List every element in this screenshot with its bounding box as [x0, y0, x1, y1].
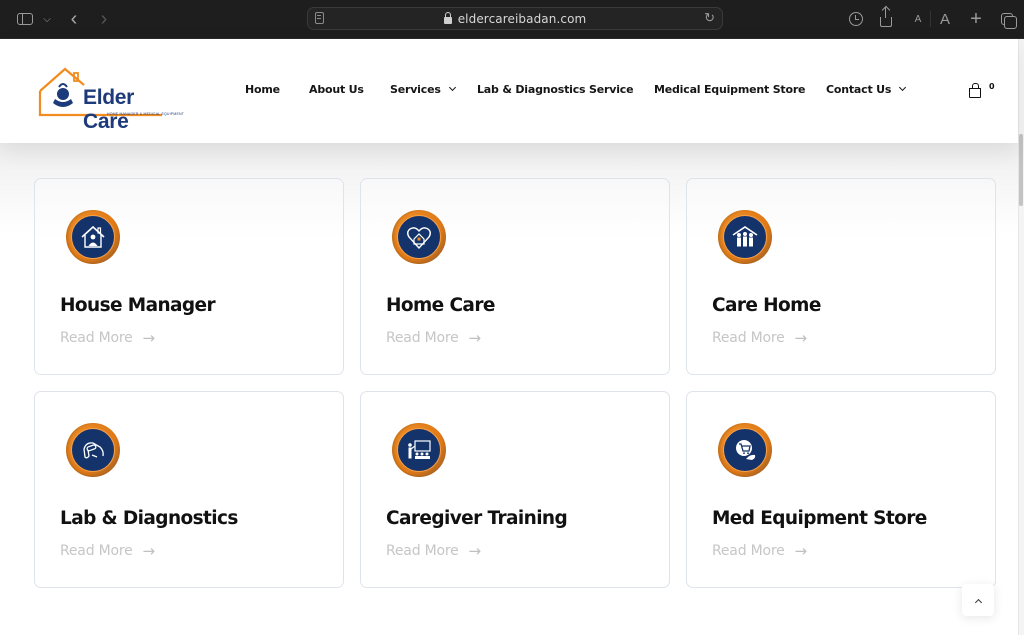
read-more-label: Read More [60, 543, 133, 559]
read-more-label: Read More [60, 330, 133, 346]
service-title: Caregiver Training [386, 508, 568, 529]
shopping-bag-icon [969, 83, 981, 98]
chevron-down-icon [899, 83, 907, 92]
logo-text: Elder Care [83, 86, 135, 133]
browser-toolbar: ⌵ ‹ › eldercareibadan.com ↻ A A + [0, 0, 1024, 39]
page-scrollbar[interactable] [1018, 39, 1024, 635]
site-header: Elder Care HOME MANAGER & MEDICAL EQUIPM… [0, 39, 1018, 143]
service-card-caregiver-training[interactable]: Caregiver Training Read More → [360, 391, 670, 588]
service-title: Care Home [712, 295, 821, 316]
share-button[interactable] [878, 0, 894, 38]
service-card-home-care[interactable]: Home Care Read More → [360, 178, 670, 375]
scrollbar-thumb[interactable] [1019, 134, 1023, 206]
read-more-link[interactable]: Read More → [386, 329, 481, 347]
read-more-label: Read More [386, 330, 459, 346]
chevron-down-icon [448, 83, 456, 92]
nav-medical-equipment-store[interactable]: Medical Equipment Store [654, 83, 806, 96]
arrow-right-icon: → [468, 329, 482, 347]
arrow-right-icon: → [468, 542, 482, 560]
scroll-to-top-button[interactable] [962, 584, 994, 616]
read-more-link[interactable]: Read More → [386, 542, 481, 560]
arrow-right-icon: → [142, 329, 156, 347]
service-icon-badge [718, 423, 772, 477]
read-more-link[interactable]: Read More → [60, 542, 155, 560]
service-icon-badge [66, 423, 120, 477]
service-title: House Manager [60, 295, 216, 316]
service-icon-badge [66, 210, 120, 264]
read-more-link[interactable]: Read More → [712, 329, 807, 347]
service-title: Med Equipment Store [712, 508, 927, 529]
arrow-right-icon: → [794, 542, 808, 560]
logo-tagline: HOME MANAGER & MEDICAL EQUIPMENT [107, 112, 185, 116]
cart-hand-icon [736, 440, 756, 460]
nav-label: Services [390, 83, 441, 96]
service-icon-badge [392, 210, 446, 264]
read-more-link[interactable]: Read More → [712, 542, 807, 560]
cart-count: 0 [989, 82, 995, 91]
new-tab-button[interactable]: + [967, 0, 985, 38]
plus-icon: + [970, 7, 982, 30]
toolbar-divider [930, 11, 931, 27]
service-card-care-home[interactable]: Care Home Read More → [686, 178, 996, 375]
service-title: Home Care [386, 295, 495, 316]
decrease-font-button[interactable]: A [911, 0, 925, 38]
service-card-lab-diagnostics[interactable]: Lab & Diagnostics Read More → [34, 391, 344, 588]
service-icon-badge [392, 423, 446, 477]
nav-label: Medical Equipment Store [654, 83, 806, 96]
arrow-right-icon: → [142, 542, 156, 560]
heart-house-icon [407, 227, 431, 250]
reader-icon[interactable] [315, 12, 324, 24]
chevron-right-icon: › [100, 7, 108, 30]
chevron-left-icon: ‹ [70, 7, 78, 30]
nav-contact-us[interactable]: Contact Us [826, 83, 907, 96]
tabs-overview-button[interactable] [998, 0, 1017, 38]
read-more-label: Read More [712, 543, 785, 559]
nav-label: Home [245, 83, 280, 96]
service-card-med-equipment-store[interactable]: Med Equipment Store Read More → [686, 391, 996, 588]
arrow-right-icon: → [794, 329, 808, 347]
increase-font-button[interactable]: A [937, 0, 953, 38]
chevron-up-icon [974, 598, 982, 606]
nav-label: Lab & Diagnostics Service [477, 83, 634, 96]
cart-button[interactable] [969, 83, 983, 98]
read-more-label: Read More [712, 330, 785, 346]
nav-lab-diagnostics[interactable]: Lab & Diagnostics Service [477, 83, 634, 96]
site-logo[interactable]: Elder Care HOME MANAGER & MEDICAL EQUIPM… [37, 67, 184, 133]
clock-icon [849, 12, 863, 26]
nav-label: About Us [309, 83, 364, 96]
chevron-down-icon[interactable]: ⌵ [40, 0, 54, 38]
house-person-icon [81, 225, 105, 248]
lock-icon [443, 12, 452, 24]
sidebar-toggle-button[interactable] [14, 0, 36, 38]
blood-test-icon [83, 442, 104, 459]
address-bar[interactable]: eldercareibadan.com ↻ [307, 7, 723, 30]
service-title: Lab & Diagnostics [60, 508, 238, 529]
services-section: House Manager Read More → Home Care Read … [0, 143, 1018, 635]
nav-services[interactable]: Services [390, 83, 456, 96]
forward-button[interactable]: › [94, 0, 114, 38]
reload-icon[interactable]: ↻ [704, 10, 715, 26]
nav-about-us[interactable]: About Us [309, 83, 364, 96]
service-card-house-manager[interactable]: House Manager Read More → [34, 178, 344, 375]
nav-home[interactable]: Home [245, 83, 280, 96]
read-more-label: Read More [386, 543, 459, 559]
back-button[interactable]: ‹ [64, 0, 84, 38]
share-icon [880, 7, 892, 27]
family-roof-icon [732, 226, 758, 247]
service-icon-badge [718, 210, 772, 264]
classroom-icon [408, 440, 431, 459]
nav-label: Contact Us [826, 83, 892, 96]
read-more-link[interactable]: Read More → [60, 329, 155, 347]
history-button[interactable] [847, 0, 865, 38]
url-text[interactable]: eldercareibadan.com [458, 12, 587, 26]
tabs-overview-icon [1001, 13, 1017, 29]
sidebar-toggle-icon [17, 13, 33, 25]
